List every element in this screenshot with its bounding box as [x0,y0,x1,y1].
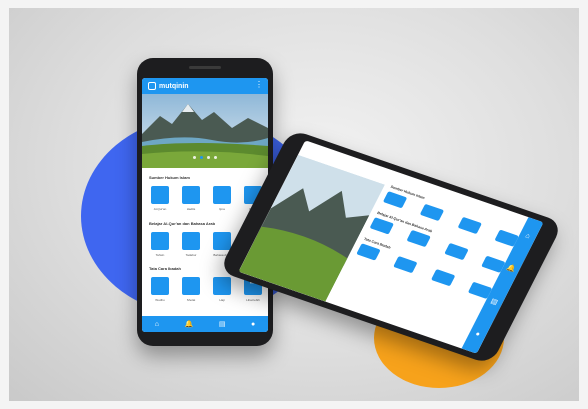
section-title: Sumber Hukum Islam [149,175,190,180]
tile-label: Haji [219,298,225,302]
phone-speaker [189,66,221,69]
menu-tile-tadabur[interactable]: Tadabur [180,232,202,257]
app-logo-icon [148,82,156,90]
menu-tile[interactable] [356,243,381,261]
app-screen-landscape: Sumber Hukum Islam Belajar Al-Qur'an dan… [238,140,544,354]
app-title: mutqinin [159,82,189,90]
people-icon [213,186,231,204]
book-nav-icon[interactable]: ▤ [489,298,498,306]
tile-label: Wudhu [155,298,165,302]
tile-label: Lihat lebih [246,298,260,302]
scroll-icon [182,186,200,204]
tile-label: Al-Qur'an [153,207,167,211]
overflow-menu-icon[interactable]: ⋮ [255,81,263,89]
menu-tile[interactable] [393,256,418,274]
tile-label: Tahsin [155,253,165,257]
profile-icon[interactable]: ● [251,321,255,328]
menu-tile-ijma[interactable]: Ijma [211,186,233,211]
section-sumber-hukum: Sumber Hukum Islam Al-Qur'an Hadits Ijma… [149,175,264,211]
menu-tile[interactable] [369,217,394,235]
menu-tile[interactable] [420,203,445,222]
tile-label: Tadabur [185,253,197,257]
water-icon [151,277,169,295]
mic-icon [151,232,169,250]
prayer-icon [182,277,200,295]
menu-tile-tahsin[interactable]: Tahsin [149,232,171,257]
carousel-dot[interactable] [207,156,210,159]
app-screen: mutqinin ⋮ Sumber Hukum Islam Al-Qur'an … [142,78,268,332]
language-icon [213,232,231,250]
book-nav-icon[interactable]: ▤ [219,321,226,328]
profile-icon[interactable]: ● [474,331,481,339]
mockup-stage: mutqinin ⋮ Sumber Hukum Islam Al-Qur'an … [9,8,579,401]
menu-tile-haji[interactable]: Haji [211,277,233,302]
bottom-nav: ⌂ 🔔 ▤ ● [142,316,268,332]
menu-tile[interactable] [382,191,408,209]
book-icon [151,186,169,204]
menu-tile[interactable] [406,229,432,248]
lightbulb-icon [182,232,200,250]
menu-tile[interactable] [457,216,482,235]
app-bar: mutqinin ⋮ [142,78,268,94]
tile-label: Hadits [186,207,196,211]
home-icon[interactable]: ⌂ [524,232,531,240]
home-icon[interactable]: ⌂ [155,321,159,328]
carousel-dots [142,146,268,164]
carousel-dot[interactable] [214,156,217,159]
tile-label: Sholat [186,298,196,302]
banner-carousel[interactable] [142,94,268,168]
menu-tile-sholat[interactable]: Sholat [180,277,202,302]
menu-tile-wudhu[interactable]: Wudhu [149,277,171,302]
tile-label: Ijma [219,207,225,211]
menu-tile-alquran[interactable]: Al-Qur'an [149,186,171,211]
menu-tile[interactable] [430,268,456,287]
carousel-dot[interactable] [193,156,196,159]
menu-tile[interactable] [443,242,469,261]
carousel-dot-active[interactable] [200,156,203,159]
bell-icon[interactable]: 🔔 [185,321,194,328]
kaaba-icon [213,277,231,295]
bell-icon[interactable]: 🔔 [505,264,516,273]
menu-tile-hadits[interactable]: Hadits [180,186,202,211]
